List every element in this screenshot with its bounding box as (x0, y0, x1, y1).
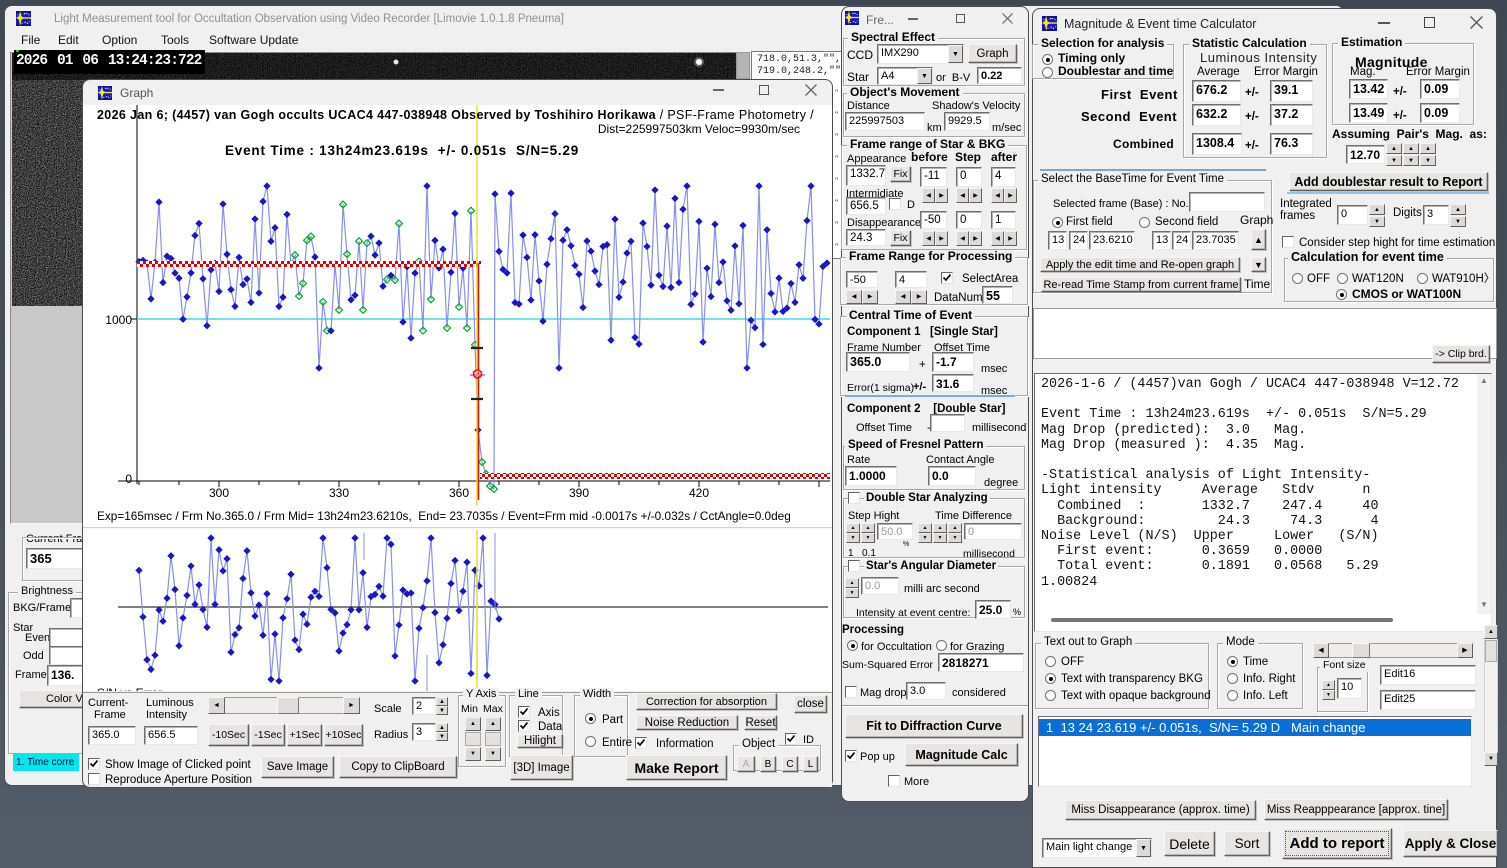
svg-text:Exp=165msec / Frm No.365.0 / F: Exp=165msec / Frm No.365.0 / Frm Mid= 13… (97, 509, 791, 523)
svg-text:360: 360 (449, 486, 469, 500)
svg-text:Event Time : 13h24m23.619s +/: Event Time : 13h24m23.619s +/- 0.051s S/… (225, 143, 579, 158)
svg-text:Dist=225997503km Veloc=9930m/s: Dist=225997503km Veloc=9930m/sec (598, 122, 800, 136)
svg-text:S/N vs Error: S/N vs Error (97, 686, 162, 691)
svg-text:420: 420 (689, 486, 709, 500)
svg-text:1000: 1000 (105, 313, 132, 327)
svg-text:2026 Jan 6; (4457) van Gogh oc: 2026 Jan 6; (4457) van Gogh occults UCAC… (97, 108, 814, 122)
svg-text:300: 300 (209, 486, 229, 500)
svg-text:0: 0 (125, 472, 132, 486)
svg-text:390: 390 (569, 486, 589, 500)
svg-text:330: 330 (329, 486, 349, 500)
